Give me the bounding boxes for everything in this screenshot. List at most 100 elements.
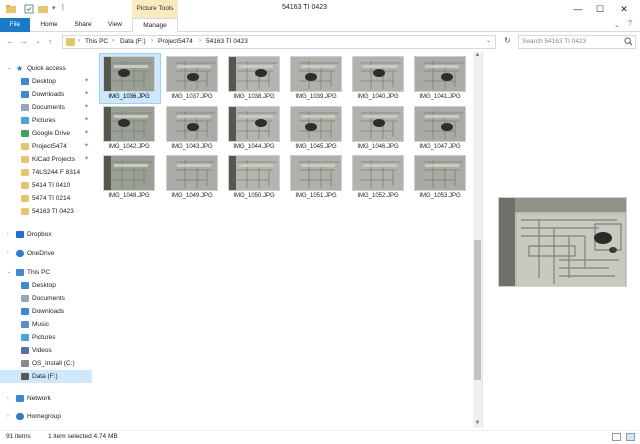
nav-dropbox[interactable]: › Dropbox bbox=[0, 228, 92, 241]
chevron-down-icon[interactable]: ⌄ bbox=[7, 62, 11, 75]
thumbnail-image bbox=[166, 155, 218, 191]
die-photo-icon bbox=[361, 61, 401, 89]
die-photo-icon bbox=[229, 107, 277, 141]
window-title: 54163 TI 0423 bbox=[282, 4, 328, 11]
chevron-right-icon[interactable]: › bbox=[7, 392, 9, 405]
search-placeholder: Search 54163 TI 0423 bbox=[522, 38, 587, 45]
sidebar-item-documents[interactable]: Documents ✦ bbox=[0, 101, 92, 114]
minimize-button[interactable]: — bbox=[572, 3, 584, 15]
pin-icon[interactable]: ✦ bbox=[84, 88, 89, 101]
new-folder-icon[interactable] bbox=[38, 4, 48, 14]
pc-item-os-install[interactable]: OS_Install (C:) bbox=[0, 357, 92, 370]
sidebar-item-project5474[interactable]: Project5474 ✦ bbox=[0, 140, 92, 153]
folder-icon bbox=[21, 143, 29, 150]
pin-icon[interactable]: ✦ bbox=[84, 101, 89, 114]
tab-view[interactable]: View bbox=[104, 18, 126, 32]
videos-icon bbox=[21, 347, 29, 354]
qat-dropdown-icon[interactable]: ▾ bbox=[52, 4, 56, 12]
nav-label: Documents bbox=[32, 295, 65, 302]
documents-icon bbox=[21, 295, 29, 302]
dropbox-icon bbox=[16, 231, 24, 238]
sidebar-item-5474[interactable]: 5474 TI 0214 bbox=[0, 192, 92, 205]
search-icon[interactable] bbox=[624, 37, 633, 46]
scrollbar-thumb[interactable] bbox=[474, 240, 481, 380]
nav-homegroup[interactable]: › Homegroup bbox=[0, 410, 92, 423]
forward-arrow-icon[interactable]: → bbox=[18, 36, 30, 48]
address-dropdown-icon[interactable]: ⌄ bbox=[486, 37, 491, 44]
file-name: IMG_1048.JPG bbox=[108, 193, 150, 199]
pin-icon[interactable]: ✦ bbox=[84, 127, 89, 140]
die-photo-icon bbox=[175, 111, 215, 139]
properties-icon[interactable] bbox=[24, 4, 34, 14]
scroll-up-arrow-icon[interactable]: ▲ bbox=[473, 52, 482, 61]
pc-item-music[interactable]: Music bbox=[0, 318, 92, 331]
breadcrumb-data-drive[interactable]: Data (F:) bbox=[120, 38, 146, 45]
breadcrumb-project[interactable]: Project5474 bbox=[158, 38, 193, 45]
breadcrumb-current-folder[interactable]: 54163 TI 0423 bbox=[206, 38, 248, 45]
pc-item-documents[interactable]: Documents bbox=[0, 292, 92, 305]
tab-share[interactable]: Share bbox=[70, 18, 96, 32]
scroll-down-arrow-icon[interactable]: ▼ bbox=[473, 420, 482, 429]
pin-icon[interactable]: ✦ bbox=[84, 140, 89, 153]
nav-label: 5474 TI 0214 bbox=[32, 195, 71, 202]
nav-this-pc[interactable]: ⌄ This PC bbox=[0, 266, 92, 279]
up-arrow-icon[interactable]: ↑ bbox=[44, 36, 56, 48]
chevron-right-icon[interactable]: › bbox=[7, 410, 9, 423]
drive-icon bbox=[21, 373, 29, 380]
pc-item-desktop[interactable]: Desktop bbox=[0, 279, 92, 292]
die-photo-icon bbox=[104, 107, 152, 141]
die-photo-icon bbox=[423, 61, 463, 89]
nav-network[interactable]: › Network bbox=[0, 392, 92, 405]
refresh-icon[interactable]: ↻ bbox=[504, 36, 511, 45]
pc-item-pictures[interactable]: Pictures bbox=[0, 331, 92, 344]
downloads-icon bbox=[21, 308, 29, 315]
chevron-down-icon[interactable]: ⌄ bbox=[7, 266, 11, 279]
star-icon: ★ bbox=[16, 64, 24, 73]
thumbnail-image bbox=[414, 56, 466, 92]
nav-label: Project5474 bbox=[32, 143, 67, 150]
pc-item-downloads[interactable]: Downloads bbox=[0, 305, 92, 318]
nav-label: Dropbox bbox=[27, 231, 52, 238]
help-icon[interactable]: ? bbox=[628, 20, 632, 27]
picture-tools-context-label: Picture Tools bbox=[132, 0, 178, 18]
chevron-right-icon: › bbox=[199, 38, 201, 44]
pin-icon[interactable]: ✦ bbox=[84, 153, 89, 166]
large-icons-view-icon[interactable] bbox=[626, 433, 635, 441]
pc-item-videos[interactable]: Videos bbox=[0, 344, 92, 357]
sidebar-item-downloads[interactable]: Downloads ✦ bbox=[0, 88, 92, 101]
breadcrumb-this-pc[interactable]: This PC bbox=[85, 38, 108, 45]
details-view-icon[interactable] bbox=[612, 433, 621, 441]
nav-onedrive[interactable]: › OneDrive bbox=[0, 247, 92, 260]
expand-ribbon-icon[interactable]: ⌄ bbox=[614, 21, 620, 29]
sidebar-item-74ls244[interactable]: 74LS244 F 8314 bbox=[0, 166, 92, 179]
thumbnail-image bbox=[290, 56, 342, 92]
sidebar-item-google-drive[interactable]: Google Drive ✦ bbox=[0, 127, 92, 140]
nav-label: Downloads bbox=[32, 91, 65, 98]
pin-icon[interactable]: ✦ bbox=[84, 114, 89, 127]
pin-icon[interactable]: ✦ bbox=[84, 75, 89, 88]
maximize-button[interactable]: ☐ bbox=[594, 3, 606, 15]
documents-icon bbox=[21, 104, 29, 111]
nav-quick-access[interactable]: ⌄ ★ Quick access bbox=[0, 62, 92, 75]
pictures-icon bbox=[21, 334, 29, 341]
back-arrow-icon[interactable]: ← bbox=[4, 36, 16, 48]
nav-label: Google Drive bbox=[32, 130, 70, 137]
thumbnail-image bbox=[290, 106, 342, 142]
sidebar-item-pictures[interactable]: Pictures ✦ bbox=[0, 114, 92, 127]
sidebar-item-54163[interactable]: 54163 TI 0423 bbox=[0, 205, 92, 218]
sidebar-item-kicad-projects[interactable]: KiCad Projects ✦ bbox=[0, 153, 92, 166]
pc-item-data-drive[interactable]: Data (F:) bbox=[0, 370, 92, 383]
thumbnail-image bbox=[352, 106, 404, 142]
chevron-right-icon[interactable]: › bbox=[7, 247, 9, 260]
folder-icon bbox=[21, 208, 29, 215]
thumbnail-image bbox=[103, 106, 155, 142]
close-button[interactable]: ✕ bbox=[618, 3, 630, 15]
sidebar-item-5414[interactable]: 5414 TI 0410 bbox=[0, 179, 92, 192]
chevron-right-icon[interactable]: › bbox=[7, 228, 9, 241]
sidebar-item-desktop[interactable]: Desktop ✦ bbox=[0, 75, 92, 88]
tab-manage[interactable]: Manage bbox=[132, 18, 178, 33]
tab-file[interactable]: File bbox=[0, 18, 30, 32]
recent-locations-icon[interactable]: ⌄ bbox=[32, 36, 44, 48]
tab-home[interactable]: Home bbox=[36, 18, 62, 32]
die-photo-icon bbox=[229, 57, 277, 91]
